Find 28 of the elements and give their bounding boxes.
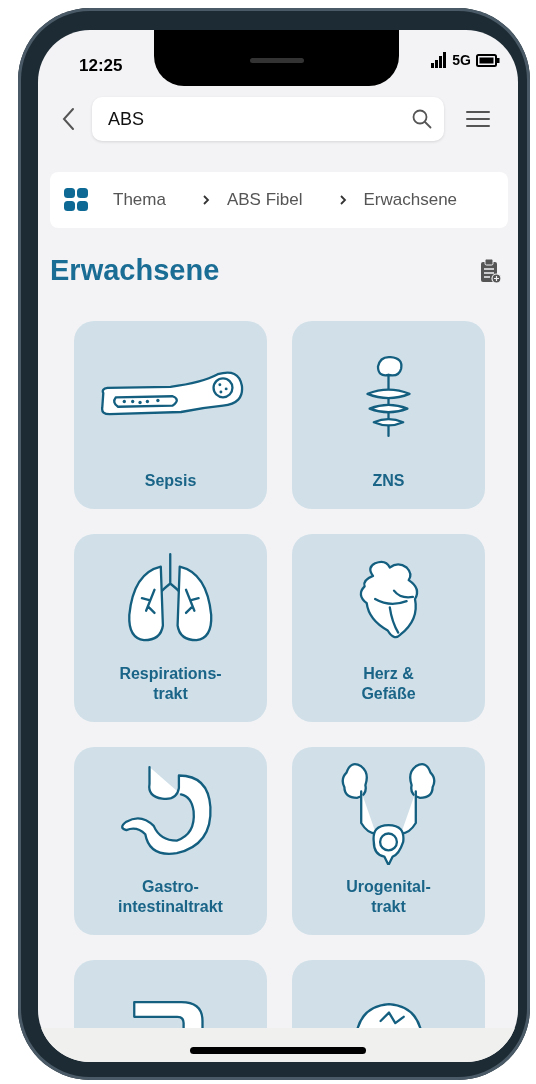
tile-label: Respirations- trakt — [119, 664, 222, 704]
tile-label: Urogenital- trakt — [346, 877, 431, 917]
breadcrumb-link[interactable]: Thema — [113, 190, 166, 210]
tile-label: Gastro- intestinaltrakt — [118, 877, 223, 917]
category-tile[interactable]: Urogenital- trakt — [292, 747, 485, 935]
clipboard-icon[interactable] — [480, 257, 502, 284]
breadcrumb-link[interactable]: Erwachsene — [363, 190, 458, 210]
chevron-icon — [338, 194, 347, 206]
network-label: 5G — [452, 52, 471, 68]
signal-icon — [431, 52, 448, 68]
category-tile[interactable]: Gastro- intestinaltrakt — [74, 747, 267, 935]
breadcrumb-link[interactable]: ABS Fibel — [226, 190, 303, 210]
tile-label: Sepsis — [144, 471, 197, 491]
search-field[interactable]: ABS — [92, 97, 444, 141]
grid-icon[interactable] — [64, 188, 88, 212]
category-tile[interactable]: Sepsis — [74, 321, 267, 509]
back-button[interactable] — [62, 107, 76, 131]
tile-label: ZNS — [372, 471, 405, 491]
category-tile[interactable]: Respirations- trakt — [74, 534, 267, 722]
search-icon[interactable] — [412, 109, 432, 129]
category-tile[interactable]: Herz & Gefäße — [292, 534, 485, 722]
status-time: 12:25 — [79, 56, 123, 76]
menu-icon[interactable] — [466, 110, 490, 128]
tile-label: Herz & Gefäße — [361, 664, 416, 704]
chevron-icon — [201, 194, 210, 206]
page-title: Erwachsene — [50, 254, 220, 287]
category-tile[interactable]: ZNS — [292, 321, 485, 509]
battery-icon — [476, 53, 500, 67]
